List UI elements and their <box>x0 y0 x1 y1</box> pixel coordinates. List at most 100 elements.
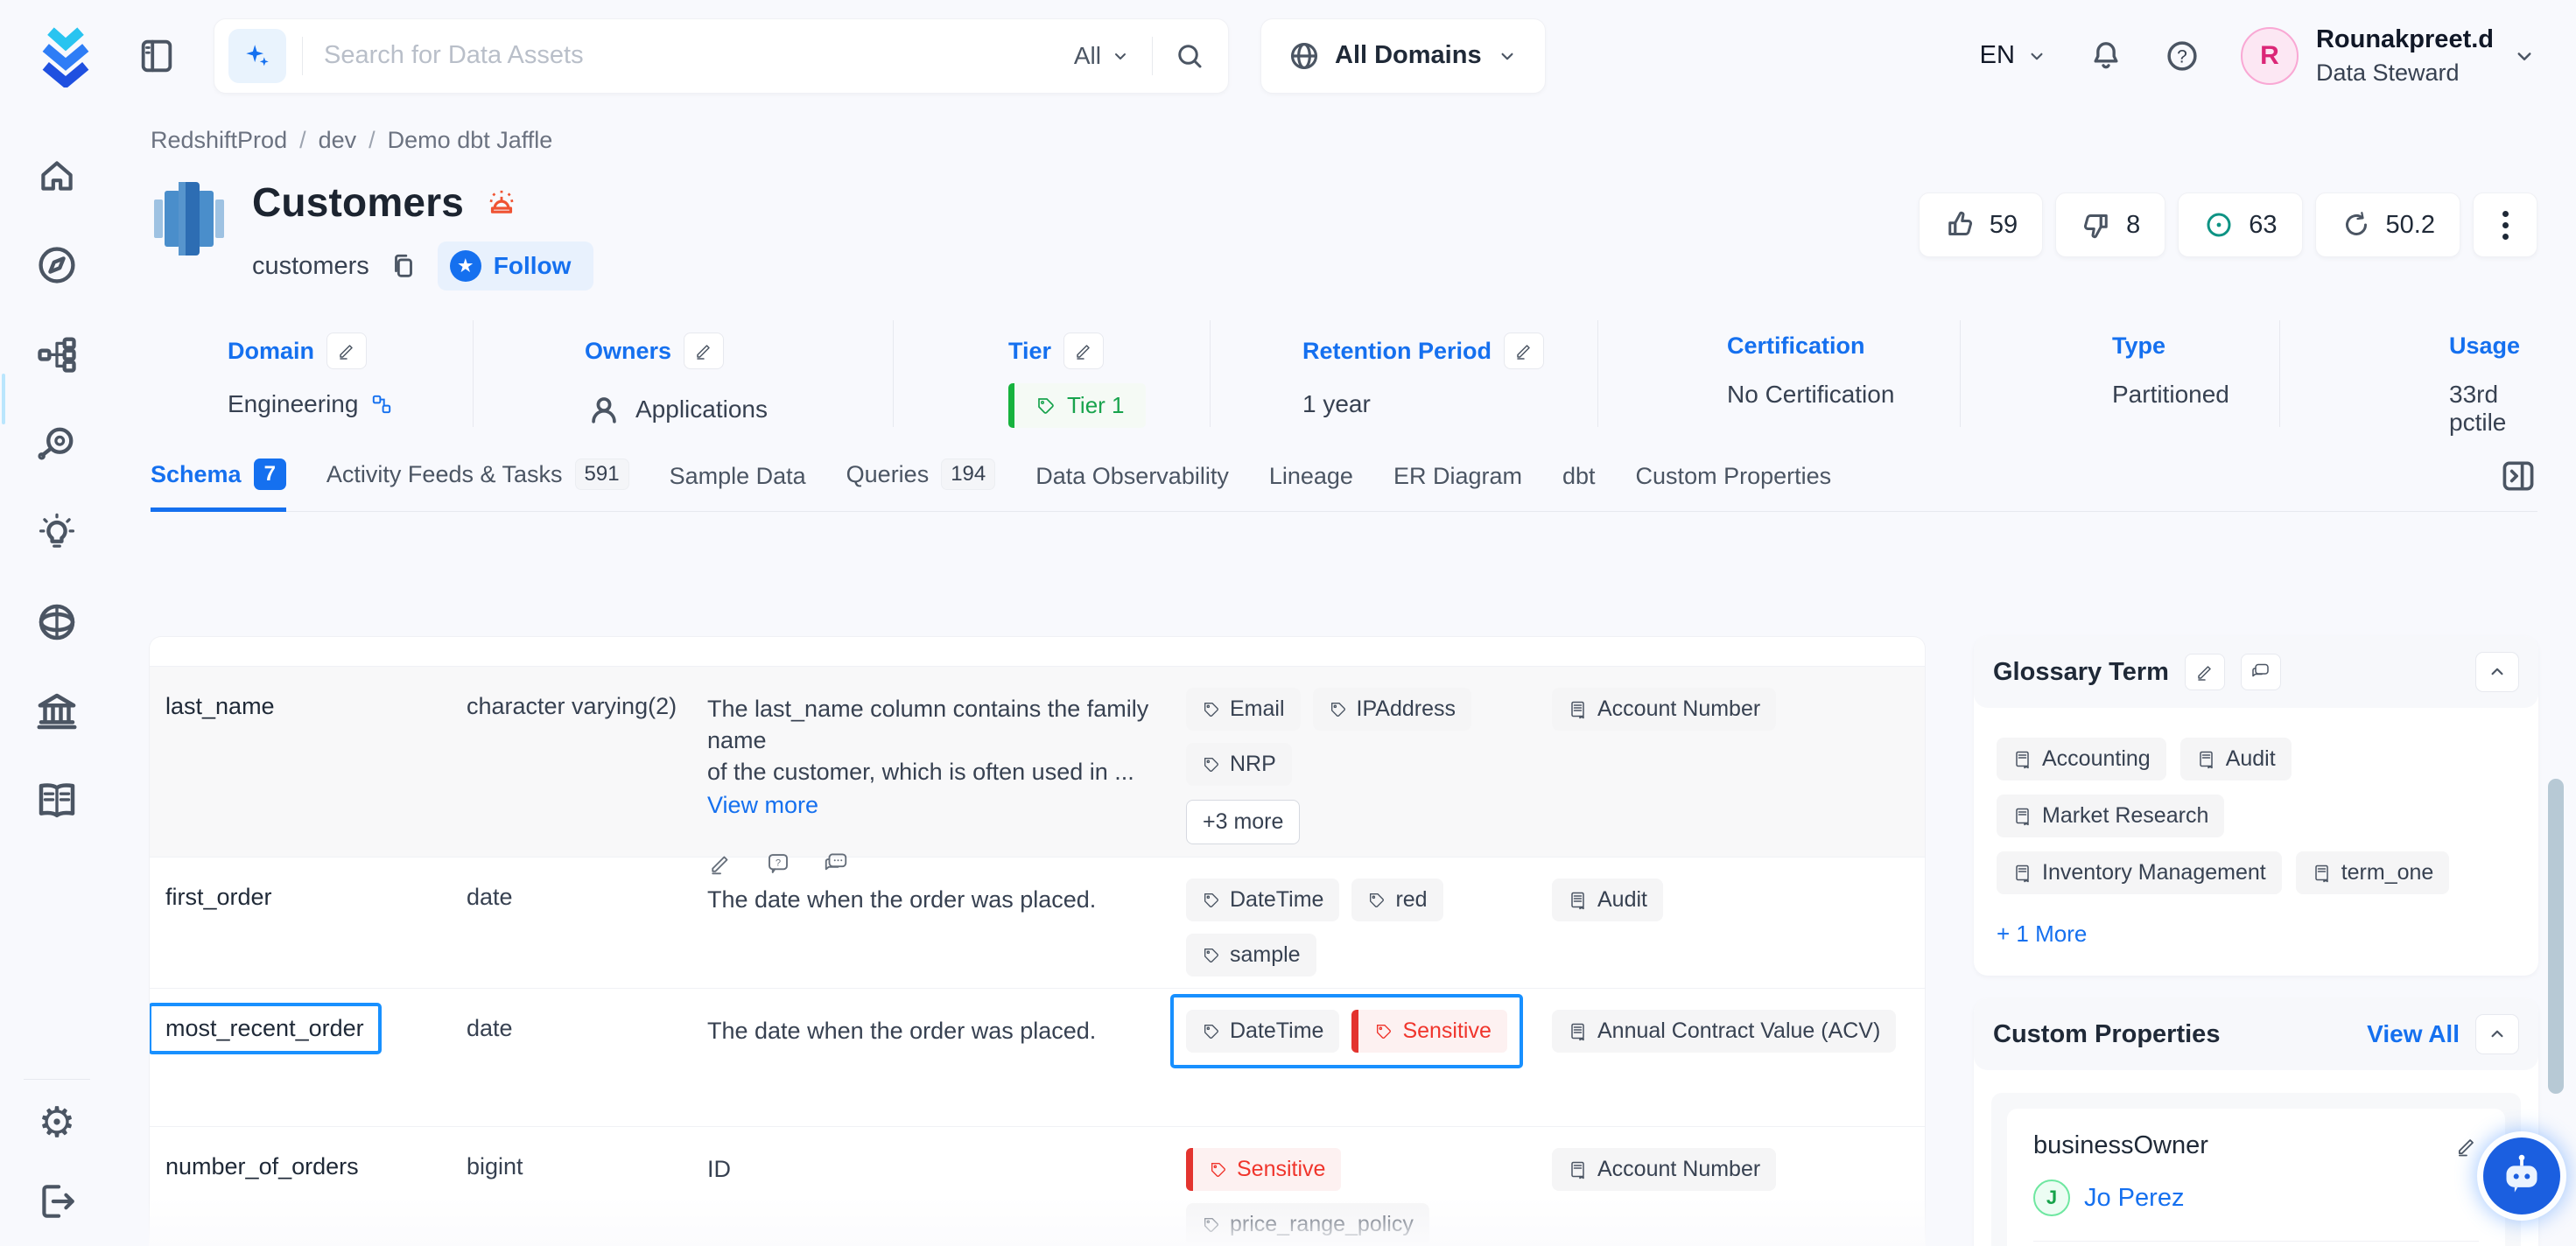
edit-tier-button[interactable] <box>1063 332 1104 369</box>
tab-er-diagram[interactable]: ER Diagram <box>1393 463 1522 511</box>
glossary-comments-button[interactable] <box>2241 654 2281 690</box>
link-icon <box>370 393 393 416</box>
upvote-button[interactable]: 59 <box>1919 192 2043 257</box>
sidebar-item-home[interactable] <box>32 151 81 200</box>
tab-queries[interactable]: Queries194 <box>846 458 996 511</box>
robot-icon <box>2497 1152 2546 1200</box>
sidebar-toggle-icon[interactable] <box>137 34 177 78</box>
tag-chip[interactable]: DateTime <box>1186 1010 1339 1053</box>
collapse-right-panel-icon[interactable] <box>2499 457 2537 495</box>
tag-chip[interactable]: sample <box>1186 934 1316 976</box>
views-button[interactable]: 63 <box>2178 192 2302 257</box>
tag-chip[interactable]: IPAddress <box>1313 688 1471 731</box>
tab-sample-data[interactable]: Sample Data <box>670 463 806 511</box>
search-scope-dropdown[interactable]: All <box>1074 42 1131 70</box>
column-glossary-terms: Audit <box>1552 858 1925 988</box>
table-row[interactable]: first_order date The date when the order… <box>150 858 1925 989</box>
edit-glossary-terms-button[interactable] <box>2185 654 2225 690</box>
sidebar-item-explore[interactable] <box>32 241 81 290</box>
meta-value[interactable]: Applications <box>635 396 768 424</box>
edit-description-icon[interactable] <box>707 850 733 877</box>
chatbot-button[interactable] <box>2483 1138 2560 1214</box>
glossary-term-card: Glossary Term Accounting Audit Market Re… <box>1974 636 2538 976</box>
score-button[interactable]: 50.2 <box>2315 192 2460 257</box>
alert-siren-icon[interactable] <box>483 184 520 220</box>
edit-retention-button[interactable] <box>1504 332 1544 369</box>
owner-link[interactable]: Jo Perez <box>2084 1184 2184 1213</box>
tab-activity-feeds[interactable]: Activity Feeds & Tasks591 <box>326 458 629 511</box>
sensitive-tag-chip[interactable]: Sensitive <box>1186 1148 1341 1191</box>
comments-icon[interactable] <box>823 850 849 877</box>
glossary-term-chip[interactable]: Account Number <box>1552 1148 1776 1191</box>
downvote-button[interactable]: 8 <box>2055 192 2165 257</box>
more-actions-button[interactable] <box>2473 192 2537 257</box>
table-row[interactable]: last_name character varying(2) The last_… <box>150 667 1925 858</box>
settings-gear-icon[interactable]: ⚙ <box>38 1102 75 1144</box>
app-root: All All Domains EN <box>0 0 2576 1246</box>
request-description-icon[interactable]: ? <box>765 850 791 877</box>
tab-custom-properties[interactable]: Custom Properties <box>1636 463 1832 511</box>
view-all-link[interactable]: View All <box>2367 1020 2460 1048</box>
breadcrumb-item[interactable]: RedshiftProd <box>151 127 287 154</box>
search-icon[interactable] <box>1174 40 1205 72</box>
column-type: bigint <box>467 1127 707 1246</box>
follow-button[interactable]: ★ Follow <box>438 242 594 290</box>
score-value: 50.2 <box>2386 211 2435 240</box>
column-type: date <box>467 858 707 988</box>
copy-icon[interactable] <box>389 249 418 283</box>
glossary-term-chip[interactable]: Accounting <box>1997 738 2166 780</box>
user-menu[interactable]: R Rounakpreet.d Data Steward <box>2241 24 2537 87</box>
views-count: 63 <box>2249 211 2277 240</box>
notifications-bell-icon[interactable] <box>2088 37 2123 75</box>
brand-logo-icon[interactable] <box>37 24 95 88</box>
tag-chip[interactable]: NRP <box>1186 743 1292 786</box>
meta-label: Type <box>2112 332 2165 360</box>
sidebar-item-glossary[interactable] <box>32 776 81 825</box>
ai-sparkle-icon[interactable] <box>228 29 286 83</box>
tag-chip[interactable]: price_range_policy <box>1186 1203 1429 1246</box>
glossary-term-chip[interactable]: term_one <box>2296 851 2450 894</box>
glossary-term-chip[interactable]: Inventory Management <box>1997 851 2282 894</box>
table-row[interactable]: number_of_orders bigint ID Sensitive pri… <box>150 1127 1925 1246</box>
edit-property-icon[interactable] <box>2454 1134 2479 1158</box>
glossary-term-chip[interactable]: Market Research <box>1997 794 2224 837</box>
view-more-link[interactable]: View more <box>707 789 1186 821</box>
meta-value[interactable]: Engineering <box>228 390 358 418</box>
collapse-glossary-button[interactable] <box>2475 652 2519 692</box>
sidebar-item-govern[interactable] <box>32 687 81 736</box>
tag-chip[interactable]: Email <box>1186 688 1301 731</box>
edit-owners-button[interactable] <box>684 332 724 369</box>
tier-badge[interactable]: Tier 1 <box>1008 383 1146 428</box>
tab-schema[interactable]: Schema7 <box>151 458 286 512</box>
breadcrumb-item[interactable]: dev <box>319 127 357 154</box>
glossary-term-chip[interactable]: Audit <box>2180 738 2292 780</box>
sidebar-item-insights[interactable] <box>32 508 81 557</box>
page-scrollbar-thumb[interactable] <box>2548 779 2564 1094</box>
glossary-term-chip[interactable]: Annual Contract Value (ACV) <box>1552 1010 1896 1053</box>
edit-domain-button[interactable] <box>326 332 367 369</box>
glossary-term-chip[interactable]: Account Number <box>1552 688 1776 731</box>
logout-icon[interactable] <box>35 1180 79 1223</box>
domains-dropdown[interactable]: All Domains <box>1260 18 1546 94</box>
search-input[interactable] <box>324 41 1053 70</box>
tab-dbt[interactable]: dbt <box>1562 463 1596 511</box>
sidebar-item-domains[interactable] <box>32 598 81 647</box>
glossary-term-chip[interactable]: Audit <box>1552 878 1663 921</box>
tab-data-observability[interactable]: Data Observability <box>1035 463 1229 511</box>
help-icon[interactable]: ? <box>2164 38 2200 74</box>
highlight-box: most_recent_order <box>149 1003 382 1054</box>
tag-chip[interactable]: DateTime <box>1186 878 1339 921</box>
sidebar-item-lineage[interactable] <box>32 330 81 379</box>
table-row-highlighted[interactable]: most_recent_order date The date when the… <box>150 989 1925 1127</box>
sidebar-item-observability[interactable] <box>32 419 81 468</box>
tag-chip[interactable]: red <box>1351 878 1442 921</box>
sensitive-tag-chip[interactable]: Sensitive <box>1351 1010 1506 1053</box>
tab-lineage[interactable]: Lineage <box>1269 463 1353 511</box>
glossary-term-title: Glossary Term <box>1993 658 2169 687</box>
more-tags-chip[interactable]: +3 more <box>1186 800 1300 844</box>
entity-meta-bar: Domain Engineering Owners Applications T… <box>130 320 2537 427</box>
language-dropdown[interactable]: EN <box>1980 41 2048 70</box>
glossary-more-link[interactable]: + 1 More <box>1997 920 2516 948</box>
breadcrumb-item[interactable]: Demo dbt Jaffle <box>388 127 553 154</box>
collapse-custom-properties-button[interactable] <box>2475 1014 2519 1054</box>
